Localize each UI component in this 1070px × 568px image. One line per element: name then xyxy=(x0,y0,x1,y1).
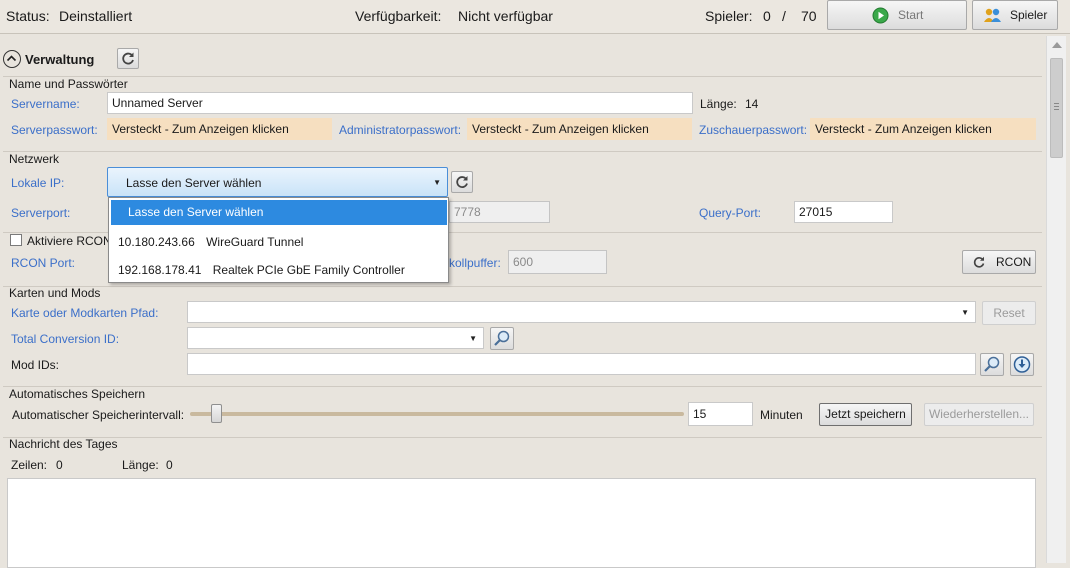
players-label: Spieler: xyxy=(705,8,753,24)
autosave-interval-label: Automatischer Speicherintervall: xyxy=(12,408,185,422)
name-group-title: Name und Passwörter xyxy=(9,77,128,91)
peer-port-input: 7778 xyxy=(449,201,550,223)
autosave-interval-input[interactable]: 15 xyxy=(688,402,753,426)
name-length-label: Länge: xyxy=(700,97,737,111)
scroll-buffer-label: kollpuffer: xyxy=(449,256,501,270)
query-port-input[interactable]: 27015 xyxy=(794,201,893,223)
autosave-group-title: Automatisches Speichern xyxy=(9,387,146,401)
rcon-button-label: RCON xyxy=(996,255,1032,269)
scroll-buffer-input: 600 xyxy=(508,250,607,274)
players-button[interactable]: Spieler xyxy=(972,0,1058,30)
mod-search-button[interactable] xyxy=(980,353,1004,376)
collapse-toggle[interactable] xyxy=(3,50,21,68)
motd-length-label: Länge: xyxy=(122,458,159,472)
motd-lines-label: Zeilen: xyxy=(11,458,48,472)
restore-button: Wiederherstellen... xyxy=(924,403,1034,426)
spectator-password-label: Zuschauerpasswort: xyxy=(699,123,808,137)
spectator-password-field[interactable]: Versteckt - Zum Anzeigen klicken xyxy=(810,118,1036,140)
dropdown-option-ip: 192.168.178.41 xyxy=(118,263,202,277)
tc-id-label: Total Conversion ID: xyxy=(11,332,120,346)
availability-value: Nicht verfügbar xyxy=(458,8,553,24)
name-length-value: 14 xyxy=(745,97,759,111)
dropdown-option-realtek[interactable]: 192.168.178.41 Realtek PCIe GbE Family C… xyxy=(109,256,448,284)
dropdown-option-name: Realtek PCIe GbE Family Controller xyxy=(212,263,405,277)
mod-ids-label: Mod IDs: xyxy=(11,358,60,372)
scroll-up-arrow[interactable] xyxy=(1052,42,1062,48)
vertical-scrollbar[interactable] xyxy=(1046,36,1066,563)
rcon-enable-label: Aktiviere RCON xyxy=(27,234,112,248)
mod-ids-input[interactable] xyxy=(187,353,976,375)
dropdown-option-auto[interactable]: Lasse den Server wählen xyxy=(111,200,447,225)
section-title: Verwaltung xyxy=(25,52,95,67)
mod-download-button[interactable] xyxy=(1010,353,1034,376)
local-ip-selected: Lasse den Server wählen xyxy=(126,176,262,190)
chevron-down-icon: ▼ xyxy=(469,334,477,343)
players-separator: / xyxy=(782,8,786,24)
serverport-label: Serverport: xyxy=(11,206,71,220)
search-icon xyxy=(494,330,510,346)
servername-label: Servername: xyxy=(11,97,80,111)
search-icon xyxy=(984,356,1000,372)
status-value: Deinstalliert xyxy=(59,8,133,24)
autosave-unit-label: Minuten xyxy=(760,408,803,422)
players-max: 70 xyxy=(801,8,817,24)
maps-group-title: Karten und Mods xyxy=(9,286,101,300)
motd-length-value: 0 xyxy=(166,458,173,472)
local-ip-dropdown-list: Lasse den Server wählen 10.180.243.66 Wi… xyxy=(108,197,449,283)
refresh-icon xyxy=(122,52,134,65)
rcon-checkbox[interactable] xyxy=(10,234,22,246)
slider-track xyxy=(190,412,684,416)
players-button-label: Spieler xyxy=(1010,8,1048,22)
players-current: 0 xyxy=(763,8,771,24)
slider-thumb[interactable] xyxy=(211,404,222,423)
users-icon xyxy=(983,7,1003,24)
status-bar: Status: Deinstalliert Verfügbarkeit: Nic… xyxy=(0,0,1070,34)
refresh-button[interactable] xyxy=(117,48,139,69)
dropdown-option-wireguard[interactable]: 10.180.243.66 WireGuard Tunnel xyxy=(109,228,448,256)
local-ip-combobox[interactable]: Lasse den Server wählen ▼ xyxy=(107,167,448,197)
play-icon xyxy=(872,7,889,24)
chevron-down-icon: ▼ xyxy=(961,308,969,317)
autosave-slider[interactable] xyxy=(190,403,684,425)
admin-password-field[interactable]: Versteckt - Zum Anzeigen klicken xyxy=(467,118,692,140)
motd-group-title: Nachricht des Tages xyxy=(9,437,118,451)
rcon-button[interactable]: RCON xyxy=(962,250,1036,274)
motd-textarea[interactable] xyxy=(7,478,1036,568)
map-path-combobox[interactable]: ▼ xyxy=(187,301,976,323)
start-button-label: Start xyxy=(898,8,924,22)
availability-label: Verfügbarkeit: xyxy=(355,8,442,24)
dropdown-option-ip: 10.180.243.66 xyxy=(118,235,195,249)
save-now-button[interactable]: Jetzt speichern xyxy=(819,403,912,426)
start-button[interactable]: Start xyxy=(827,0,967,30)
refresh-icon xyxy=(456,176,468,188)
dropdown-option-name: Lasse den Server wählen xyxy=(128,205,264,219)
tc-search-button[interactable] xyxy=(490,327,514,350)
servername-input[interactable]: Unnamed Server xyxy=(107,92,693,114)
refresh-icon xyxy=(971,254,987,270)
reset-button: Reset xyxy=(982,301,1036,325)
local-ip-label: Lokale IP: xyxy=(11,176,65,190)
tc-id-combobox[interactable]: ▼ xyxy=(187,327,484,349)
scrollbar-thumb[interactable] xyxy=(1050,58,1063,158)
ip-refresh-button[interactable] xyxy=(451,171,473,193)
server-password-label: Serverpasswort: xyxy=(11,123,98,137)
dropdown-option-name: WireGuard Tunnel xyxy=(206,235,304,249)
rcon-port-label: RCON Port: xyxy=(11,256,76,270)
status-label: Status: xyxy=(6,8,50,24)
map-path-label: Karte oder Modkarten Pfad: xyxy=(11,306,159,320)
admin-password-label: Administratorpasswort: xyxy=(339,123,462,137)
download-icon xyxy=(1013,356,1031,373)
query-port-label: Query-Port: xyxy=(699,206,762,220)
network-group-title: Netzwerk xyxy=(9,152,60,166)
motd-lines-value: 0 xyxy=(56,458,63,472)
chevron-up-icon xyxy=(6,55,17,62)
server-password-field[interactable]: Versteckt - Zum Anzeigen klicken xyxy=(107,118,332,140)
chevron-down-icon: ▼ xyxy=(433,178,441,187)
